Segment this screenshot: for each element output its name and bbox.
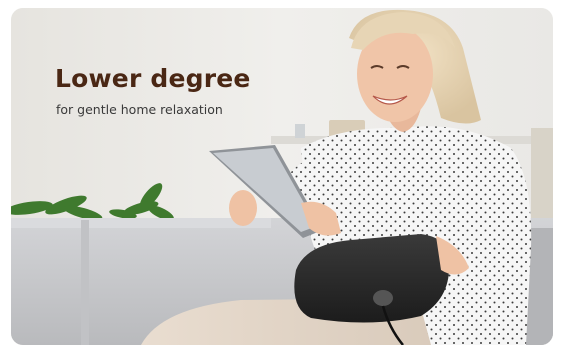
banner-headline: Lower degree xyxy=(55,64,251,93)
woman-with-tablet-and-massager-photo xyxy=(11,8,553,345)
banner-subline: for gentle home relaxation xyxy=(56,102,223,117)
promo-banner: Lower degree for gentle home relaxation xyxy=(11,8,553,345)
